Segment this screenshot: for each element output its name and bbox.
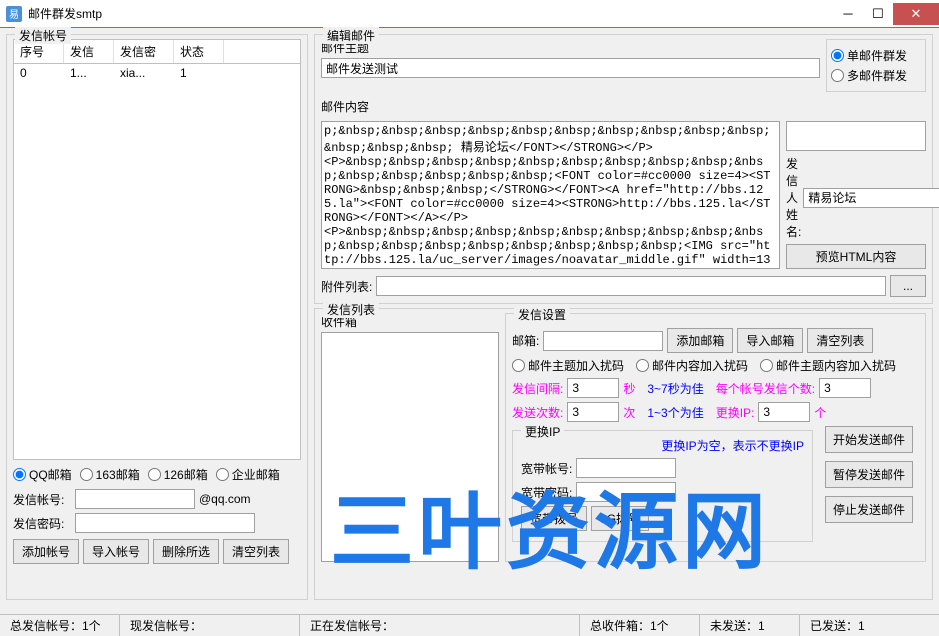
clear-list-button[interactable]: 清空列表 (223, 539, 289, 564)
delete-selected-button[interactable]: 删除所选 (153, 539, 219, 564)
pause-send-button[interactable]: 暂停发送邮件 (825, 461, 913, 488)
ip-group-title: 更换IP (521, 423, 564, 440)
add-mailbox-button[interactable]: 添加邮箱 (667, 328, 733, 353)
mailbox-label: 邮箱: (512, 332, 539, 349)
multi-mode-radio[interactable]: 多邮件群发 (831, 67, 921, 84)
sender-name-input[interactable] (803, 188, 939, 208)
status-sent: 已发送：1 (800, 615, 939, 636)
sender-name-label: 发信人姓名: (786, 155, 801, 240)
clear-recipient-button[interactable]: 清空列表 (807, 328, 873, 353)
compose-group-title: 编辑邮件 (323, 27, 379, 44)
stop-send-button[interactable]: 停止发送邮件 (825, 496, 913, 523)
recipient-list[interactable] (321, 332, 499, 562)
attach-label: 附件列表: (321, 278, 372, 295)
broadband-password-label: 宽带密码: (521, 484, 572, 501)
3g-dial-button[interactable]: 3G拨号 (591, 506, 649, 531)
minimize-button[interactable]: ─ (833, 3, 863, 25)
subject-input[interactable] (321, 58, 820, 78)
close-button[interactable]: ✕ (893, 3, 939, 25)
provider-163-radio[interactable]: 163邮箱 (80, 466, 140, 483)
status-bar: 总发信帐号：1个 现发信帐号： 正在发信帐号： 总收件箱：1个 未发送：1 已发… (0, 614, 939, 636)
preview-area (786, 121, 926, 151)
status-unsent: 未发送：1 (700, 615, 800, 636)
start-send-button[interactable]: 开始发送邮件 (825, 426, 913, 453)
scramble-subject-radio[interactable]: 邮件主题加入扰码 (512, 357, 624, 374)
import-mailbox-button[interactable]: 导入邮箱 (737, 328, 803, 353)
attachment-input[interactable] (376, 276, 886, 296)
broadband-account-label: 宽带帐号: (521, 460, 572, 477)
subject-label: 邮件主题 (321, 39, 820, 56)
scramble-both-radio[interactable]: 邮件主题内容加入扰码 (760, 357, 896, 374)
send-group-title: 发信列表 (323, 301, 379, 318)
content-textarea[interactable]: p;&nbsp;&nbsp;&nbsp;&nbsp;&nbsp;&nbsp;&n… (321, 121, 780, 269)
status-current-account: 现发信帐号： (120, 615, 300, 636)
preview-html-button[interactable]: 预览HTML内容 (786, 244, 926, 269)
change-ip-label: 更换IP: (716, 404, 755, 421)
status-total-recipients: 总收件箱：1个 (580, 615, 700, 636)
accounts-table[interactable]: 0 1... xia... 1 (13, 64, 301, 460)
scramble-content-radio[interactable]: 邮件内容加入扰码 (636, 357, 748, 374)
status-total-accounts: 总发信帐号：1个 (0, 615, 120, 636)
broadband-dial-button[interactable]: 宽带拨号 (521, 506, 587, 531)
provider-126-radio[interactable]: 126邮箱 (148, 466, 208, 483)
attachment-browse-button[interactable]: ... (890, 275, 926, 297)
status-sending-account: 正在发信帐号： (300, 615, 580, 636)
content-label: 邮件内容 (321, 98, 926, 115)
per-account-input[interactable] (819, 378, 871, 398)
mailbox-input[interactable] (543, 331, 663, 351)
times-input[interactable] (567, 402, 619, 422)
import-account-button[interactable]: 导入帐号 (83, 539, 149, 564)
account-input[interactable] (75, 489, 195, 509)
per-account-label: 每个帐号发信个数: (716, 380, 815, 397)
settings-group-title: 发信设置 (514, 306, 570, 323)
account-label: 发信帐号: (13, 491, 71, 508)
accounts-group-title: 发信帐号 (15, 27, 71, 44)
table-row[interactable]: 0 1... xia... 1 (14, 64, 300, 82)
window-title: 邮件群发smtp (28, 5, 833, 22)
single-mode-radio[interactable]: 单邮件群发 (831, 47, 921, 64)
maximize-button[interactable]: ☐ (863, 3, 893, 25)
provider-qq-radio[interactable]: QQ邮箱 (13, 466, 72, 483)
account-suffix: @qq.com (199, 492, 251, 506)
interval-label: 发信间隔: (512, 380, 563, 397)
provider-ent-radio[interactable]: 企业邮箱 (216, 466, 280, 483)
broadband-password-input[interactable] (576, 482, 676, 502)
times-label: 发送次数: (512, 404, 563, 421)
add-account-button[interactable]: 添加帐号 (13, 539, 79, 564)
password-label: 发信密码: (13, 515, 71, 532)
change-ip-input[interactable] (758, 402, 810, 422)
password-input[interactable] (75, 513, 255, 533)
interval-input[interactable] (567, 378, 619, 398)
broadband-account-input[interactable] (576, 458, 676, 478)
app-icon: 易 (6, 6, 22, 22)
